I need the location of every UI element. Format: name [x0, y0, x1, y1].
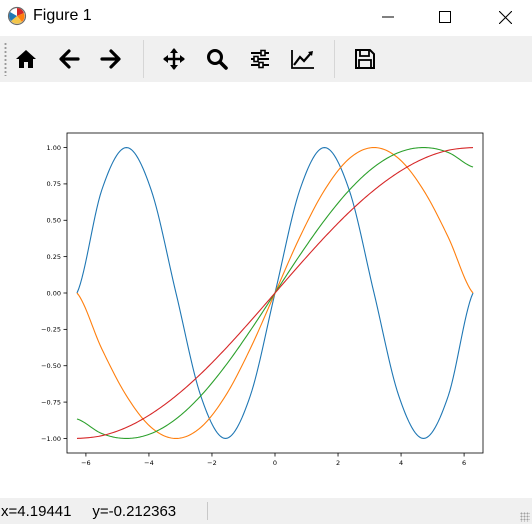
- size-grip[interactable]: [520, 512, 530, 522]
- y-tick-label: −0.25: [41, 326, 61, 334]
- x-tick-label: 0: [273, 459, 277, 467]
- maximize-button[interactable]: [422, 0, 468, 34]
- home-button[interactable]: [10, 43, 42, 75]
- pan-icon: [163, 48, 185, 70]
- x-tick-label: −2: [207, 459, 217, 467]
- zoom-icon: [207, 49, 228, 70]
- cursor-coordinates: x=4.19441 y=-0.212363: [1, 503, 177, 520]
- zoom-button[interactable]: [201, 43, 233, 75]
- x-tick-label: 6: [462, 459, 466, 467]
- status-separator: [207, 502, 208, 520]
- window-title: Figure 1: [33, 7, 92, 24]
- toolbar: [0, 36, 532, 82]
- y-tick-label: 1.00: [47, 144, 61, 152]
- subplots-icon: [251, 49, 269, 69]
- x-tick-label: 4: [399, 459, 403, 467]
- forward-arrow-icon: [100, 49, 121, 69]
- toolbar-grip[interactable]: [4, 42, 7, 76]
- close-icon: [498, 10, 512, 24]
- subplots-button[interactable]: [244, 43, 276, 75]
- toolbar-separator: [143, 40, 144, 78]
- back-arrow-icon: [59, 49, 80, 69]
- y-tick-label: 0.50: [47, 217, 61, 225]
- title-bar: Figure 1: [0, 0, 532, 34]
- plot-area[interactable]: −6 −4 −2 0 2 4 6 −1.00 −0.75 −0.50 −0.25 0.00 0.25 0.…: [0, 82, 532, 497]
- app-icon: [7, 6, 27, 26]
- status-bar: x=4.19441 y=-0.212363: [0, 498, 532, 524]
- axes-edit-icon: [291, 50, 314, 69]
- y-tick-label: 0.25: [47, 253, 61, 261]
- y-tick-label: −1.00: [41, 435, 61, 443]
- x-tick-label: −6: [81, 459, 91, 467]
- y-tick-label: −0.75: [41, 398, 61, 406]
- close-button[interactable]: [482, 0, 528, 34]
- y-tick-label: 0.75: [47, 180, 61, 188]
- y-tick-label: 0.00: [47, 289, 61, 297]
- maximize-icon: [439, 11, 451, 23]
- pan-button[interactable]: [158, 43, 190, 75]
- minimize-icon: [382, 16, 394, 18]
- minimize-button[interactable]: [365, 0, 411, 34]
- save-icon: [355, 49, 375, 69]
- save-button[interactable]: [349, 43, 381, 75]
- back-button[interactable]: [53, 43, 85, 75]
- home-icon: [16, 50, 36, 68]
- x-tick-label: 2: [336, 459, 340, 467]
- figure-canvas[interactable]: −6 −4 −2 0 2 4 6 −1.00 −0.75 −0.50 −0.25 0.00 0.25 0.…: [0, 82, 532, 497]
- toolbar-separator: [334, 40, 335, 78]
- y-tick-label: −0.50: [41, 362, 61, 370]
- edit-axes-button[interactable]: [287, 43, 319, 75]
- x-tick-label: −4: [144, 459, 154, 467]
- forward-button[interactable]: [95, 43, 127, 75]
